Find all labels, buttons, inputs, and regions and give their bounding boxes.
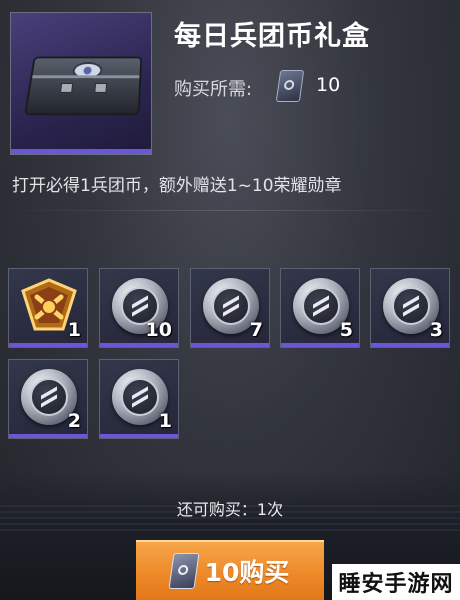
- reward-slot[interactable]: 7: [190, 268, 270, 348]
- reward-slot[interactable]: 10: [99, 268, 179, 348]
- reward-slot[interactable]: 1: [99, 359, 179, 439]
- remaining-purchases: 还可购买：1次: [176, 500, 284, 519]
- reward-count: 10: [145, 319, 172, 341]
- reward-count: 7: [249, 319, 263, 341]
- watermark-logo: 睡安手游网: [332, 564, 460, 600]
- item-description: 打开必得1兵团币，额外赠送1~10荣耀勋章: [12, 176, 342, 196]
- divider: [0, 210, 460, 211]
- reward-count: 2: [67, 410, 81, 432]
- gift-box-image: [10, 12, 152, 155]
- item-title: 每日兵团币礼盒: [174, 21, 370, 52]
- reward-slot[interactable]: 5: [280, 268, 360, 348]
- reward-slot[interactable]: 3: [370, 268, 450, 348]
- reward-count: 5: [339, 319, 353, 341]
- reward-count: 3: [429, 319, 443, 341]
- cost-label: 购买所需:: [174, 79, 253, 100]
- reward-slot[interactable]: 2: [8, 359, 88, 439]
- cost-value: 10: [316, 74, 341, 96]
- buy-button[interactable]: 10购买: [136, 540, 324, 600]
- buy-button-label: 10购买: [204, 558, 290, 587]
- reward-count: 1: [158, 410, 172, 432]
- metal-case-icon: [23, 56, 143, 116]
- reward-count: 1: [67, 319, 81, 341]
- reward-slot[interactable]: 1: [8, 268, 88, 348]
- legion-coin-card-icon: [168, 553, 200, 589]
- legion-coin-card-icon: [275, 70, 305, 102]
